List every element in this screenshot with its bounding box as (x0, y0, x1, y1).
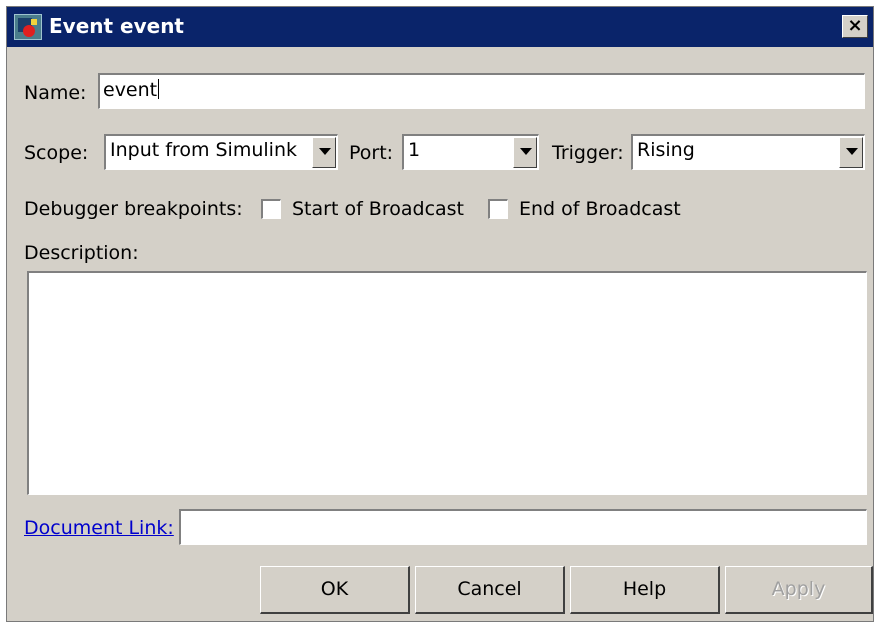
cancel-button[interactable]: Cancel (415, 566, 565, 614)
port-value: 1 (408, 139, 421, 161)
close-icon: × (847, 15, 863, 36)
stateflow-app-icon (14, 14, 42, 40)
apply-button[interactable]: Apply (725, 566, 873, 614)
start-of-broadcast-checkbox[interactable] (261, 199, 281, 219)
trigger-label: Trigger: (552, 142, 624, 164)
name-input-value: event (103, 79, 158, 101)
name-input[interactable]: event (98, 73, 865, 109)
close-button[interactable]: × (842, 15, 868, 38)
scope-dropdown[interactable]: Input from Simulink (104, 134, 338, 170)
text-caret (158, 79, 160, 99)
debugger-breakpoints-label: Debugger breakpoints: (24, 198, 243, 220)
name-label: Name: (24, 82, 87, 104)
chevron-down-icon[interactable] (839, 137, 863, 168)
trigger-value: Rising (637, 139, 695, 161)
end-of-broadcast-checkbox[interactable] (488, 199, 508, 219)
chevron-down-icon[interactable] (312, 137, 336, 168)
scope-label: Scope: (24, 142, 89, 164)
document-link-input[interactable] (179, 509, 867, 545)
description-label: Description: (24, 242, 139, 264)
scope-value: Input from Simulink (110, 139, 297, 161)
event-dialog: Event event × Name: event Scope: Input f… (6, 6, 874, 622)
help-button[interactable]: Help (570, 566, 720, 614)
title-bar[interactable]: Event event × (7, 7, 873, 47)
port-label: Port: (349, 142, 394, 164)
port-dropdown[interactable]: 1 (402, 134, 539, 170)
window-title: Event event (49, 14, 184, 38)
ok-button[interactable]: OK (260, 566, 410, 614)
start-of-broadcast-label[interactable]: Start of Broadcast (292, 198, 464, 220)
end-of-broadcast-label[interactable]: End of Broadcast (519, 198, 681, 220)
trigger-dropdown[interactable]: Rising (631, 134, 865, 170)
chevron-down-icon[interactable] (513, 137, 537, 168)
description-textarea[interactable] (27, 271, 867, 495)
document-link-label[interactable]: Document Link: (24, 517, 174, 539)
